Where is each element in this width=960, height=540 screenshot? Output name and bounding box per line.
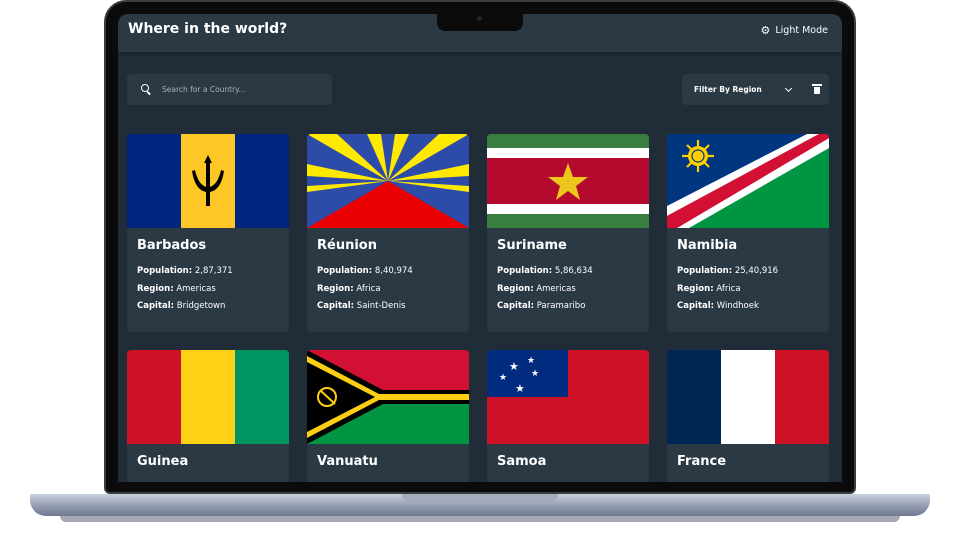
- country-population: Population: 2,87,371: [137, 266, 233, 276]
- country-card-france[interactable]: France: [667, 350, 829, 482]
- country-region: Region: Americas: [497, 284, 576, 294]
- flag-image-france: [667, 350, 829, 444]
- laptop-base-notch: [402, 494, 558, 502]
- flag-image-suriname: [487, 134, 649, 228]
- search-input[interactable]: [162, 85, 312, 94]
- app-screen: Where in the world? ⚙ Light Mode Filter …: [118, 14, 842, 482]
- flag-image-barbados: [127, 134, 289, 228]
- svg-text:★: ★: [509, 360, 519, 373]
- flag-image-reunion: [307, 134, 469, 228]
- chevron-down-icon[interactable]: [784, 84, 793, 93]
- theme-toggle-label: Light Mode: [775, 25, 828, 36]
- country-name: Namibia: [677, 238, 738, 253]
- trash-icon[interactable]: [812, 84, 822, 94]
- country-card-guinea[interactable]: Guinea: [127, 350, 289, 482]
- country-region: Region: Africa: [677, 284, 741, 294]
- svg-text:★: ★: [515, 382, 525, 395]
- country-capital: Capital: Saint-Denis: [317, 301, 406, 311]
- laptop-base-shadow: [60, 516, 900, 522]
- app-title: Where in the world?: [128, 21, 288, 37]
- country-population: Population: 25,40,916: [677, 266, 779, 276]
- search-icon: [141, 84, 152, 95]
- country-name: Barbados: [137, 238, 207, 253]
- flag-image-guinea: [127, 350, 289, 444]
- country-population: Population: 8,40,974: [317, 266, 413, 276]
- country-card-suriname[interactable]: Suriname Population: 5,86,634 Region: Am…: [487, 134, 649, 332]
- country-card-reunion[interactable]: Réunion Population: 8,40,974 Region: Afr…: [307, 134, 469, 332]
- country-card-vanuatu[interactable]: Vanuatu: [307, 350, 469, 482]
- country-name: Réunion: [317, 238, 377, 253]
- camera: [477, 16, 482, 21]
- svg-text:★: ★: [531, 369, 539, 379]
- svg-text:★: ★: [527, 356, 535, 366]
- country-capital: Capital: Bridgetown: [137, 301, 226, 311]
- country-population: Population: 5,86,634: [497, 266, 593, 276]
- region-filter-dropdown[interactable]: Filter By Region: [682, 74, 829, 105]
- country-capital: Capital: Windhoek: [677, 301, 759, 311]
- country-region: Region: Africa: [317, 284, 381, 294]
- country-name: Samoa: [497, 454, 547, 469]
- flag-image-namibia: [667, 134, 829, 228]
- theme-toggle-button[interactable]: ⚙ Light Mode: [760, 23, 829, 37]
- country-name: Suriname: [497, 238, 567, 253]
- flag-image-samoa: ★ ★ ★ ★ ★: [487, 350, 649, 444]
- country-card-namibia[interactable]: Namibia Population: 25,40,916 Region: Af…: [667, 134, 829, 332]
- svg-text:★: ★: [499, 373, 507, 383]
- country-name: Guinea: [137, 454, 189, 469]
- search-box[interactable]: [127, 74, 332, 105]
- country-region: Region: Americas: [137, 284, 216, 294]
- country-name: France: [677, 454, 727, 469]
- flag-image-vanuatu: [307, 350, 469, 444]
- country-card-barbados[interactable]: Barbados Population: 2,87,371 Region: Am…: [127, 134, 289, 332]
- country-name: Vanuatu: [317, 454, 378, 469]
- country-capital: Capital: Paramaribo: [497, 301, 586, 311]
- country-card-samoa[interactable]: ★ ★ ★ ★ ★ Samoa: [487, 350, 649, 482]
- region-filter-label: Filter By Region: [694, 85, 762, 94]
- gear-icon: ⚙: [760, 23, 771, 37]
